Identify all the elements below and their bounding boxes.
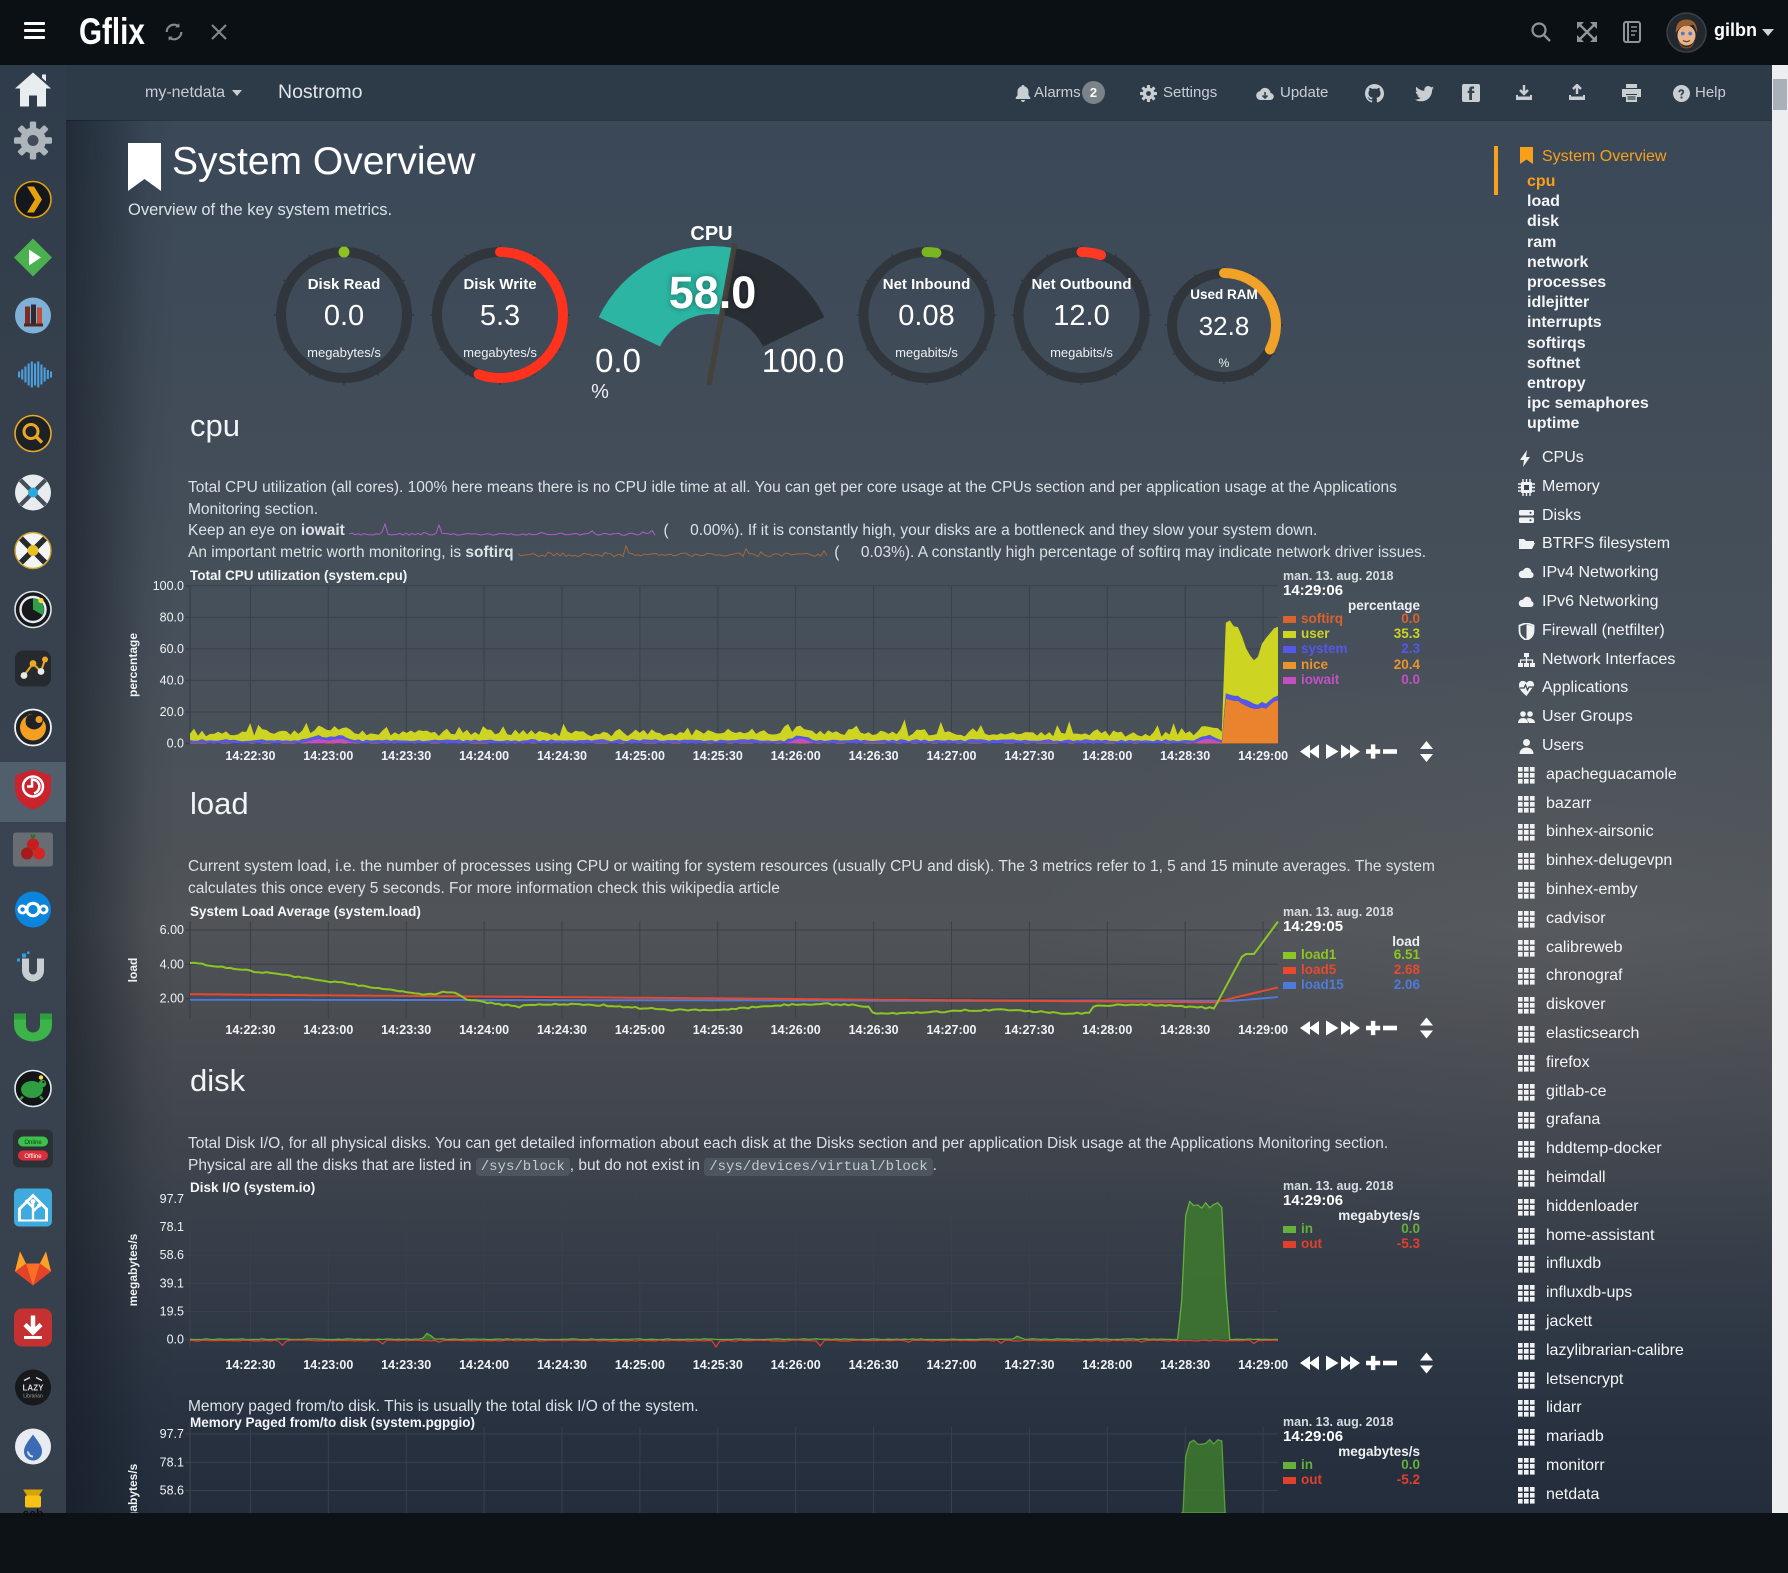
- svg-text:CPU: CPU: [690, 223, 732, 245]
- svg-text:14:27:00: 14:27:00: [926, 1358, 976, 1372]
- svg-text:14:25:00: 14:25:00: [615, 1358, 665, 1372]
- svg-text:14:27:30: 14:27:30: [1004, 1358, 1054, 1372]
- svg-text:40.0: 40.0: [160, 673, 184, 687]
- svg-text:megabytes/s: megabytes/s: [463, 345, 537, 360]
- svg-text:100.0: 100.0: [153, 579, 184, 593]
- svg-text:14:29:00: 14:29:00: [1238, 1023, 1288, 1037]
- svg-text:14:26:30: 14:26:30: [849, 749, 899, 763]
- svg-text:58.0: 58.0: [669, 267, 757, 318]
- svg-text:78.1: 78.1: [160, 1220, 184, 1234]
- svg-text:14:22:30: 14:22:30: [225, 1023, 275, 1037]
- svg-text:14:24:00: 14:24:00: [459, 1358, 509, 1372]
- svg-text:58.6: 58.6: [160, 1484, 184, 1498]
- svg-text:Librarian: Librarian: [23, 1394, 43, 1400]
- svg-text:14:23:00: 14:23:00: [303, 749, 353, 763]
- svg-text:60.0: 60.0: [160, 642, 184, 656]
- svg-text:megabits/s: megabits/s: [895, 345, 958, 360]
- svg-text:%: %: [1219, 356, 1230, 370]
- svg-text:megabytes/s: megabytes/s: [126, 1463, 140, 1513]
- svg-text:14:26:30: 14:26:30: [849, 1023, 899, 1037]
- svg-text:39.1: 39.1: [160, 1276, 184, 1290]
- svg-text:6.00: 6.00: [160, 923, 184, 937]
- svg-text:14:25:00: 14:25:00: [615, 1023, 665, 1037]
- svg-text:14:24:30: 14:24:30: [537, 1023, 587, 1037]
- svg-text:80.0: 80.0: [160, 610, 184, 624]
- svg-text:4.00: 4.00: [160, 957, 184, 971]
- svg-text:14:28:00: 14:28:00: [1082, 1023, 1132, 1037]
- svg-text:megabits/s: megabits/s: [1050, 345, 1113, 360]
- svg-text:14:28:30: 14:28:30: [1160, 1358, 1210, 1372]
- svg-text:14:22:30: 14:22:30: [225, 749, 275, 763]
- svg-text:14:26:00: 14:26:00: [771, 1358, 821, 1372]
- svg-text:Used RAM: Used RAM: [1190, 287, 1258, 302]
- svg-text:14:28:30: 14:28:30: [1160, 1023, 1210, 1037]
- svg-text:14:26:00: 14:26:00: [771, 1023, 821, 1037]
- svg-text:14:28:00: 14:28:00: [1082, 1358, 1132, 1372]
- svg-text:0.0: 0.0: [167, 737, 184, 751]
- svg-text:14:29:00: 14:29:00: [1238, 1358, 1288, 1372]
- svg-text:19.5: 19.5: [160, 1305, 184, 1319]
- svg-text:sab: sab: [23, 1507, 44, 1520]
- svg-text:14:27:00: 14:27:00: [926, 1023, 976, 1037]
- svg-text:78.1: 78.1: [160, 1455, 184, 1469]
- svg-text:Net Outbound: Net Outbound: [1032, 276, 1132, 293]
- svg-text:%: %: [591, 381, 609, 403]
- svg-text:14:24:00: 14:24:00: [459, 749, 509, 763]
- svg-text:megabytes/s: megabytes/s: [307, 345, 381, 360]
- svg-text:14:24:30: 14:24:30: [537, 749, 587, 763]
- svg-text:100.0: 100.0: [762, 342, 845, 379]
- svg-text:14:24:30: 14:24:30: [537, 1358, 587, 1372]
- svg-text:0.0: 0.0: [595, 342, 641, 379]
- svg-text:load: load: [126, 958, 140, 983]
- svg-text:14:29:00: 14:29:00: [1238, 749, 1288, 763]
- svg-text:14:27:30: 14:27:30: [1004, 749, 1054, 763]
- svg-text:megabytes/s: megabytes/s: [126, 1233, 140, 1306]
- svg-text:14:23:30: 14:23:30: [381, 1358, 431, 1372]
- svg-text:12.0: 12.0: [1053, 300, 1109, 332]
- svg-text:58.6: 58.6: [160, 1248, 184, 1262]
- svg-text:14:28:00: 14:28:00: [1082, 749, 1132, 763]
- svg-text:LAZY: LAZY: [23, 1384, 45, 1393]
- svg-text:14:25:00: 14:25:00: [615, 749, 665, 763]
- svg-text:0.0: 0.0: [324, 300, 364, 332]
- svg-text:5.3: 5.3: [480, 300, 520, 332]
- svg-text:97.7: 97.7: [160, 1427, 184, 1441]
- svg-text:14:25:30: 14:25:30: [693, 1358, 743, 1372]
- svg-text:14:26:00: 14:26:00: [771, 749, 821, 763]
- svg-text:97.7: 97.7: [160, 1192, 184, 1206]
- svg-text:Net Inbound: Net Inbound: [883, 276, 970, 293]
- svg-text:20.0: 20.0: [160, 705, 184, 719]
- svg-text:0.08: 0.08: [898, 300, 954, 332]
- svg-text:Disk Read: Disk Read: [308, 276, 381, 293]
- svg-text:14:26:30: 14:26:30: [849, 1358, 899, 1372]
- svg-text:14:23:00: 14:23:00: [303, 1023, 353, 1037]
- svg-text:Offline: Offline: [24, 1154, 42, 1160]
- svg-text:32.8: 32.8: [1199, 311, 1250, 341]
- svg-text:Online: Online: [24, 1140, 42, 1146]
- svg-text:14:23:30: 14:23:30: [381, 749, 431, 763]
- svg-text:2.00: 2.00: [160, 992, 184, 1006]
- svg-text:14:27:30: 14:27:30: [1004, 1023, 1054, 1037]
- svg-text:14:24:00: 14:24:00: [459, 1023, 509, 1037]
- svg-text:14:23:00: 14:23:00: [303, 1358, 353, 1372]
- svg-text:14:23:30: 14:23:30: [381, 1023, 431, 1037]
- svg-text:14:27:00: 14:27:00: [926, 749, 976, 763]
- svg-text:14:25:30: 14:25:30: [693, 749, 743, 763]
- svg-text:Disk Write: Disk Write: [463, 276, 536, 293]
- svg-text:14:22:30: 14:22:30: [225, 1358, 275, 1372]
- svg-text:percentage: percentage: [126, 633, 140, 697]
- svg-text:14:25:30: 14:25:30: [693, 1023, 743, 1037]
- svg-text:0.0: 0.0: [167, 1333, 184, 1347]
- svg-text:14:28:30: 14:28:30: [1160, 749, 1210, 763]
